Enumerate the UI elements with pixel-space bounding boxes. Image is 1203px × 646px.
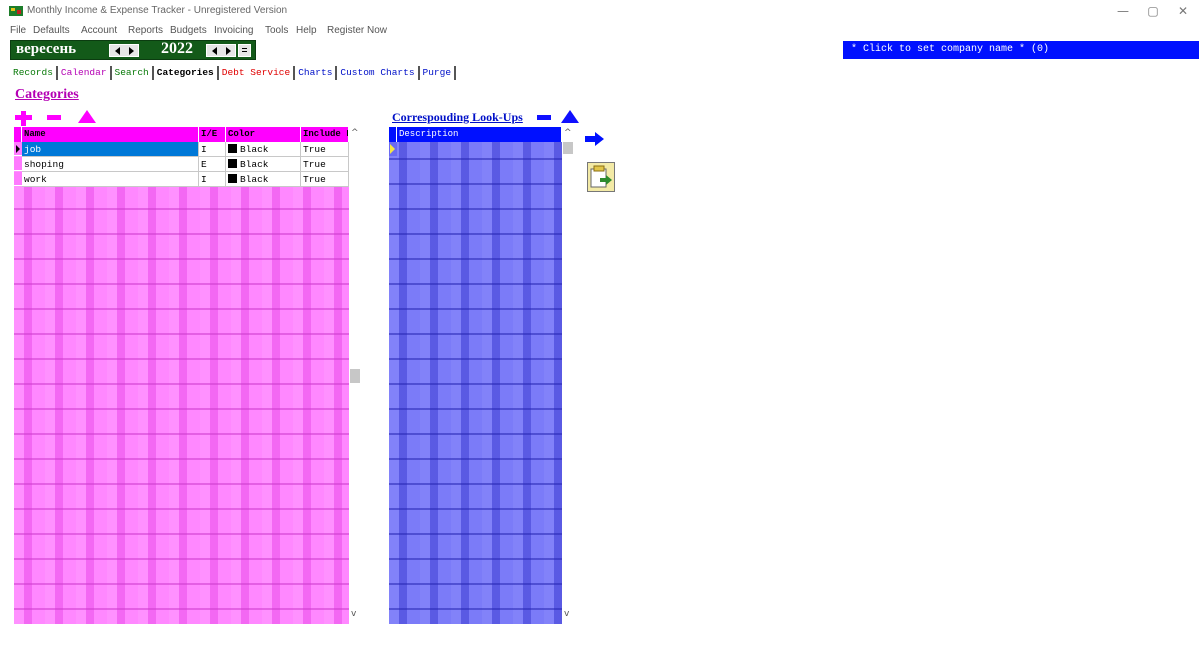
cell-color[interactable]: Black (226, 157, 301, 172)
close-button[interactable]: ✕ (1168, 2, 1198, 20)
cell-ie[interactable]: I (199, 172, 226, 187)
cell-include[interactable]: True (301, 172, 349, 187)
row-indicator[interactable] (14, 142, 22, 156)
menu-bar: File Defaults Account Reports Budgets In… (0, 22, 1203, 38)
add-category-button[interactable] (15, 111, 32, 126)
color-swatch (228, 144, 237, 153)
cell-color-label: Black (240, 144, 269, 155)
menu-register-now[interactable]: Register Now (327, 25, 387, 36)
month-next-button[interactable] (124, 45, 138, 56)
column-header-description[interactable]: Description (397, 127, 562, 142)
lookups-scrollbar[interactable]: ^ v (562, 127, 574, 624)
grid-corner (389, 127, 397, 142)
period-bar: вересень 2022 (10, 40, 256, 60)
tab-search[interactable]: Search (112, 66, 154, 80)
tab-records[interactable]: Records (10, 66, 58, 80)
menu-budgets[interactable]: Budgets (170, 25, 207, 36)
color-swatch (228, 174, 237, 183)
column-header-ie[interactable]: I/E (199, 127, 226, 142)
arrow-right-icon (585, 132, 604, 146)
arrow-right-icon (128, 46, 134, 55)
move-to-lookup-button[interactable] (585, 132, 605, 149)
grid-corner (14, 127, 22, 142)
export-icon (590, 165, 612, 188)
categories-heading: Categories (15, 87, 79, 102)
tab-debt-service[interactable]: Debt Service (219, 66, 296, 80)
delete-lookup-button[interactable] (537, 115, 551, 120)
tab-bar: Records Calendar Search Categories Debt … (10, 66, 457, 80)
current-row-icon (16, 145, 20, 153)
menu-tools[interactable]: Tools (265, 25, 288, 36)
cell-name[interactable]: job (22, 142, 199, 157)
cell-name[interactable]: shoping (22, 157, 199, 172)
scroll-up-icon[interactable]: ^ (351, 128, 359, 138)
year-prev-button[interactable] (207, 45, 221, 56)
lookups-grid[interactable]: Description (389, 127, 562, 624)
cell-include[interactable]: True (301, 142, 349, 157)
row-indicator[interactable] (14, 172, 22, 186)
company-name-bar[interactable]: * Click to set company name * (0) (843, 41, 1199, 59)
cell-ie[interactable]: E (199, 157, 226, 172)
cell-include[interactable]: True (301, 157, 349, 172)
cell-color-label: Black (240, 159, 269, 170)
categories-scrollbar[interactable]: ^ v (349, 127, 361, 624)
cell-color-label: Black (240, 174, 269, 185)
tab-custom-charts[interactable]: Custom Charts (337, 66, 420, 80)
window-title: Monthly Income & Expense Tracker - Unreg… (27, 5, 288, 16)
menu-invoicing[interactable]: Invoicing (214, 25, 253, 36)
row-indicator[interactable] (389, 142, 397, 156)
arrow-left-icon (114, 46, 120, 55)
arrow-left-icon (211, 46, 217, 55)
year-label[interactable]: 2022 (161, 40, 193, 58)
scroll-thumb[interactable] (350, 369, 360, 383)
menu-defaults[interactable]: Defaults (33, 25, 70, 36)
year-spinner[interactable] (206, 44, 236, 57)
menu-file[interactable]: File (10, 25, 26, 36)
menu-help[interactable]: Help (296, 25, 317, 36)
month-prev-button[interactable] (110, 45, 124, 56)
month-spinner[interactable] (109, 44, 139, 57)
scroll-down-icon[interactable]: v (351, 609, 356, 619)
cell-color[interactable]: Black (226, 142, 301, 157)
tab-charts[interactable]: Charts (295, 66, 338, 80)
app-icon (9, 6, 23, 16)
arrow-right-icon (225, 46, 231, 55)
menu-account[interactable]: Account (81, 25, 117, 36)
menu-line-icon (242, 51, 247, 52)
month-label[interactable]: вересень (16, 41, 76, 58)
period-menu-button[interactable] (238, 44, 251, 57)
menu-reports[interactable]: Reports (128, 25, 163, 36)
company-name-label[interactable]: * Click to set company name * (0) (851, 44, 1049, 55)
menu-line-icon (242, 48, 247, 49)
cell-ie[interactable]: I (199, 142, 226, 157)
tab-categories[interactable]: Categories (154, 66, 219, 80)
delete-category-button[interactable] (47, 115, 61, 120)
scroll-thumb[interactable] (563, 142, 573, 154)
tab-calendar[interactable]: Calendar (58, 66, 112, 80)
maximize-button[interactable]: ▢ (1138, 2, 1168, 20)
minimize-button[interactable]: — (1108, 2, 1138, 20)
scroll-down-icon[interactable]: v (564, 609, 569, 619)
scroll-up-icon[interactable]: ^ (564, 128, 572, 138)
year-next-button[interactable] (221, 45, 235, 56)
export-button[interactable] (587, 162, 615, 192)
current-row-icon (390, 144, 395, 154)
column-header-name[interactable]: Name (22, 127, 199, 142)
lookups-heading: Correspouding Look-Ups (392, 110, 523, 124)
cell-color[interactable]: Black (226, 172, 301, 187)
column-header-include[interactable]: Include F (301, 127, 349, 142)
cell-name[interactable]: work (22, 172, 199, 187)
categories-grid[interactable]: Name I/E Color Include F job I Black Tru… (14, 127, 349, 624)
row-indicator[interactable] (14, 157, 22, 171)
title-bar: Monthly Income & Expense Tracker - Unreg… (0, 0, 1203, 22)
edit-category-button[interactable] (78, 110, 96, 123)
tab-purge[interactable]: Purge (420, 66, 457, 80)
column-header-color[interactable]: Color (226, 127, 301, 142)
color-swatch (228, 159, 237, 168)
edit-lookup-button[interactable] (561, 110, 579, 123)
